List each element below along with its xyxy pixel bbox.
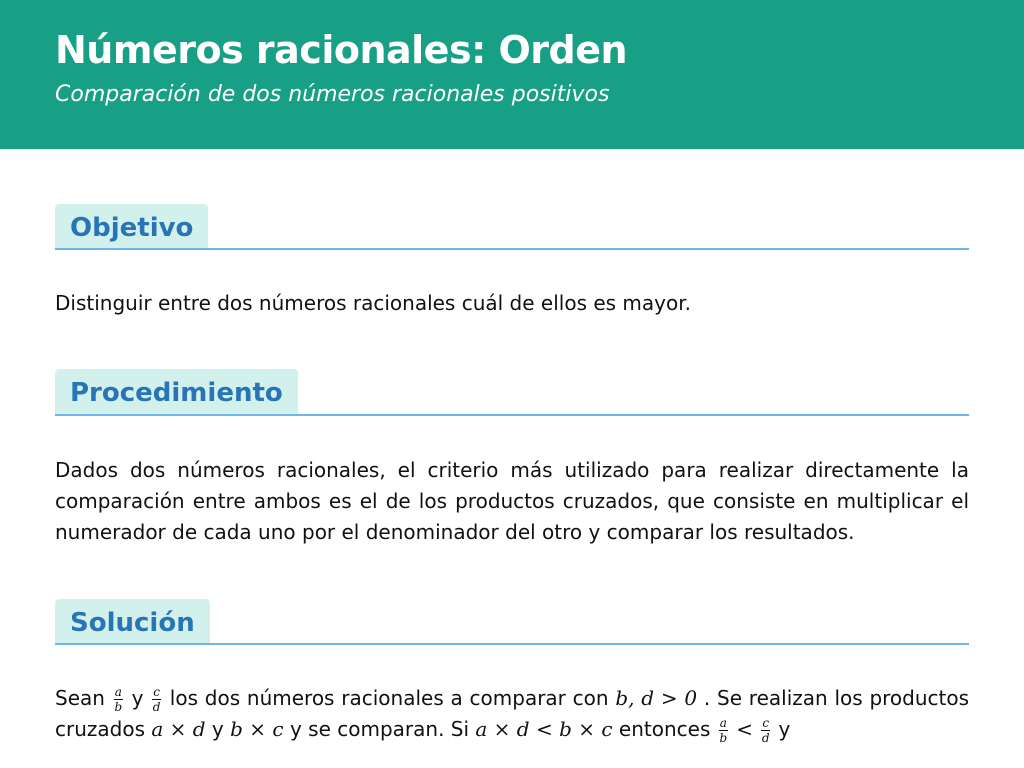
math-inequality: a × d < b × c <box>475 717 613 742</box>
section-header: Procedimiento <box>55 369 969 416</box>
fraction-numerator: a <box>113 685 123 701</box>
main-content: Objetivo Distinguir entre dos números ra… <box>0 149 1024 745</box>
section-title-solucion: Solución <box>55 598 210 644</box>
fraction-c-d: cd <box>761 716 771 746</box>
text-fragment: y <box>778 717 791 742</box>
fraction-denominator: b <box>719 731 728 746</box>
text-fragment: y <box>211 717 224 742</box>
math-less-than: < <box>736 717 754 742</box>
section-header: Objetivo <box>55 204 969 251</box>
fraction-a-b: ab <box>113 685 123 715</box>
section-title-procedimiento: Procedimiento <box>55 369 298 414</box>
math-condition: b, d > 0 <box>615 686 698 711</box>
section-title-objetivo: Objetivo <box>55 204 209 249</box>
fraction-denominator: d <box>152 700 161 715</box>
text-fragment: y <box>131 686 144 711</box>
fraction-denominator: d <box>761 731 770 746</box>
objetivo-text: Distinguir entre dos números racionales … <box>55 291 691 316</box>
fraction-c-d: cd <box>152 685 162 715</box>
math-product-ad: a × d <box>151 717 206 742</box>
fraction-numerator: a <box>718 716 728 732</box>
fraction-numerator: c <box>152 685 162 701</box>
fraction-denominator: b <box>114 700 123 715</box>
text-fragment: y se comparan. Si <box>289 717 470 742</box>
section-objetivo: Objetivo Distinguir entre dos números ra… <box>55 149 969 319</box>
solucion-text: Sean ab y cd los dos números racionales … <box>55 683 969 745</box>
fraction-a-b: ab <box>718 716 728 746</box>
fraction-numerator: c <box>761 716 771 732</box>
text-fragment: Sean <box>55 686 105 711</box>
section-solucion: Solución Sean ab y cd los dos números ra… <box>55 548 969 745</box>
section-header: Solución <box>55 598 969 646</box>
page-subtitle: Comparación de dos números racionales po… <box>55 82 610 108</box>
page-header: Números racionales: Orden Comparación de… <box>0 0 1024 149</box>
section-procedimiento: Procedimiento Dados dos números racional… <box>55 319 969 547</box>
text-fragment: entonces <box>618 717 711 742</box>
page-title: Números racionales: Orden <box>55 28 628 72</box>
math-product-bc: b × c <box>230 717 284 742</box>
text-fragment: los dos números racionales a comparar co… <box>169 686 609 711</box>
procedimiento-text: Dados dos números racionales, el criteri… <box>55 457 969 544</box>
